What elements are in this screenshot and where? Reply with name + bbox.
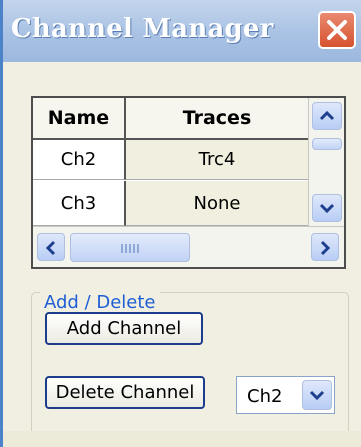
scroll-right-button[interactable] bbox=[311, 233, 339, 261]
add-channel-button[interactable]: Add Channel bbox=[45, 312, 203, 345]
chevron-down-icon bbox=[319, 203, 335, 214]
table-cell-name[interactable]: Ch2 bbox=[33, 140, 126, 180]
close-icon bbox=[327, 20, 347, 40]
title-bar[interactable]: Channel Manager bbox=[3, 0, 361, 62]
chevron-left-icon bbox=[45, 240, 56, 256]
horizontal-scrollbar[interactable] bbox=[33, 226, 344, 267]
delete-channel-button[interactable]: Delete Channel bbox=[45, 376, 205, 409]
grip-icon bbox=[121, 244, 141, 253]
chevron-right-icon bbox=[320, 240, 331, 256]
scroll-left-button[interactable] bbox=[37, 233, 65, 261]
horizontal-scroll-thumb[interactable] bbox=[70, 233, 190, 262]
channel-select-value: Ch2 bbox=[247, 386, 283, 407]
column-header-traces[interactable]: Traces bbox=[126, 98, 308, 140]
close-button[interactable] bbox=[318, 11, 356, 49]
chevron-up-icon bbox=[319, 110, 335, 121]
window-title: Channel Manager bbox=[11, 14, 274, 44]
table-cell-traces[interactable]: None bbox=[126, 181, 308, 226]
channel-select-dropdown-button[interactable] bbox=[302, 380, 332, 410]
table-cell-traces[interactable]: Trc4 bbox=[126, 140, 308, 180]
vertical-scrollbar[interactable] bbox=[308, 98, 344, 226]
scroll-up-button[interactable] bbox=[312, 102, 342, 130]
group-legend: Add / Delete bbox=[40, 292, 160, 313]
vertical-scroll-thumb[interactable] bbox=[312, 138, 342, 150]
column-header-name[interactable]: Name bbox=[33, 98, 126, 140]
chevron-down-icon bbox=[309, 390, 325, 401]
channel-table: Name Traces Ch2 Trc4 Ch3 None bbox=[31, 96, 346, 269]
bottom-edge bbox=[3, 431, 361, 447]
channel-manager-window: Channel Manager Name Traces Ch2 Trc4 Ch3… bbox=[0, 0, 361, 447]
table-cell-name[interactable]: Ch3 bbox=[33, 181, 126, 226]
scroll-down-button[interactable] bbox=[312, 194, 342, 222]
channel-select[interactable]: Ch2 bbox=[236, 376, 335, 414]
